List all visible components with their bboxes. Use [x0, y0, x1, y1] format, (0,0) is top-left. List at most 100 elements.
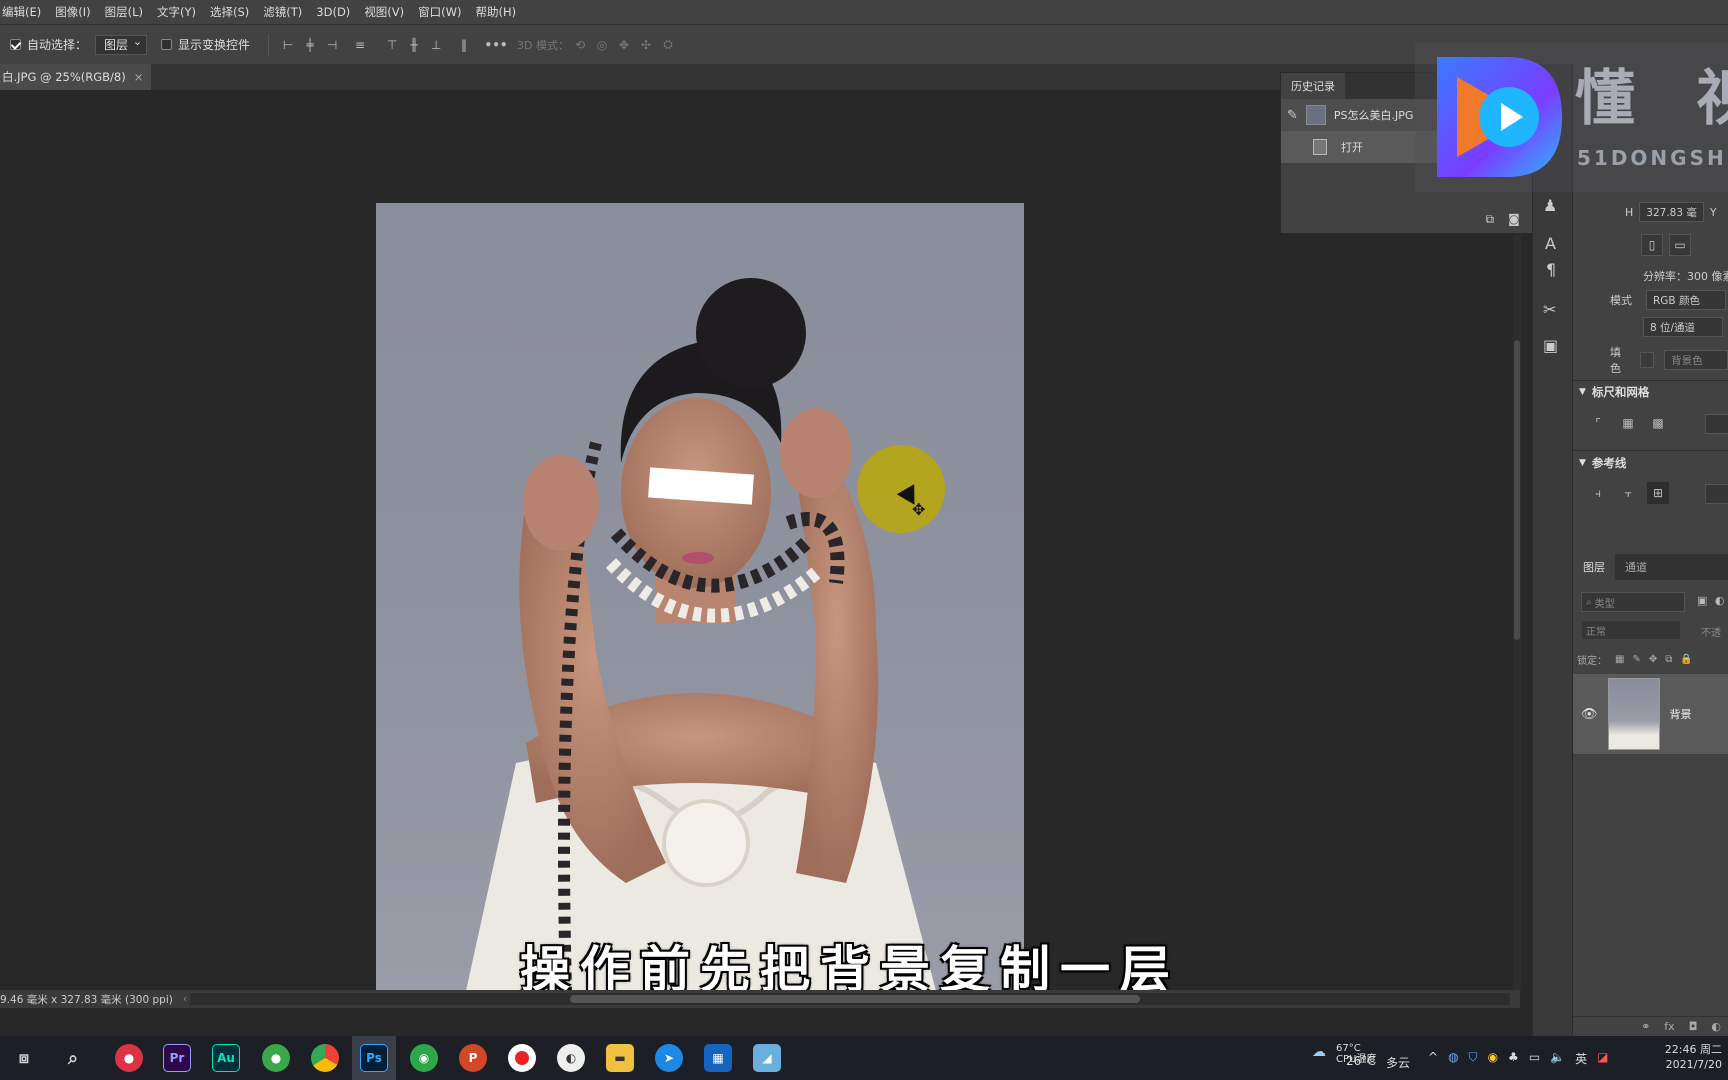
align-hcenter-icon[interactable]: ╪: [299, 34, 321, 56]
menu-type[interactable]: 文字(Y): [157, 4, 196, 20]
lock-position-icon[interactable]: ✥: [1649, 654, 1657, 665]
fill-swatch[interactable]: [1639, 352, 1655, 368]
align-bottom-icon[interactable]: ⊥: [425, 34, 447, 56]
adjustment-filter-icon[interactable]: ◐: [1715, 594, 1725, 607]
menu-filter[interactable]: 滤镜(T): [263, 4, 302, 20]
align-vcenter-icon[interactable]: ╫: [403, 34, 425, 56]
powerpoint-icon[interactable]: P: [459, 1044, 487, 1072]
pixel-grid-icon[interactable]: ▩: [1647, 412, 1669, 434]
camera-icon[interactable]: ◙: [1508, 212, 1520, 227]
tray-app3-icon[interactable]: ♣: [1508, 1050, 1519, 1067]
bird-app-icon[interactable]: ◐: [557, 1044, 585, 1072]
photoshop-icon[interactable]: Ps: [360, 1044, 388, 1072]
lock-artboard-icon[interactable]: ⧉: [1665, 654, 1672, 665]
tab-layers[interactable]: 图层: [1573, 554, 1615, 580]
tray-app4-icon[interactable]: ◪: [1597, 1050, 1608, 1067]
ruler-units-select[interactable]: [1705, 414, 1728, 434]
tab-history[interactable]: 历史记录: [1281, 73, 1345, 99]
menu-image[interactable]: 图像(I): [55, 4, 90, 20]
show-transform-checkbox[interactable]: [161, 39, 173, 50]
auto-select-dropdown[interactable]: 图层: [95, 34, 148, 55]
guide-left-icon[interactable]: ⫞: [1587, 482, 1609, 504]
menu-edit[interactable]: 编辑(E): [2, 4, 41, 20]
3d-slide-icon[interactable]: ✣: [635, 34, 657, 56]
document-tab[interactable]: 白.JPG @ 25%(RGB/8) ×: [0, 64, 152, 90]
premiere-icon[interactable]: Pr: [163, 1044, 191, 1072]
lock-transparent-icon[interactable]: ▦: [1615, 654, 1624, 665]
align-left-icon[interactable]: ⊢: [277, 34, 299, 56]
tab-channels[interactable]: 通道: [1615, 554, 1657, 580]
3d-rotate-icon[interactable]: ⟲: [569, 34, 591, 56]
menu-layer[interactable]: 图层(L): [105, 4, 143, 20]
menu-select[interactable]: 选择(S): [210, 4, 249, 20]
menu-help[interactable]: 帮助(H): [476, 4, 517, 20]
new-document-from-state-icon[interactable]: ⧉: [1486, 212, 1495, 227]
menu-view[interactable]: 视图(V): [364, 4, 404, 20]
3d-pan-icon[interactable]: ✥: [613, 34, 635, 56]
close-icon[interactable]: ×: [134, 70, 144, 84]
height-field[interactable]: 327.83 毫: [1639, 202, 1704, 222]
volume-icon[interactable]: 🔈: [1550, 1050, 1565, 1067]
note-app-icon[interactable]: ◢: [753, 1044, 781, 1072]
document-image[interactable]: [376, 203, 1024, 991]
link-icon[interactable]: ⚭: [1641, 1020, 1650, 1033]
guide-new-icon[interactable]: ⊞: [1647, 482, 1669, 504]
brush-icon[interactable]: ✎: [1287, 108, 1298, 123]
guides-section[interactable]: ▼ 参考线: [1573, 455, 1626, 471]
rulers-grid-section[interactable]: ▼ 标尺和网格: [1573, 384, 1649, 400]
character-icon[interactable]: A: [1545, 234, 1556, 253]
audition-icon[interactable]: Au: [212, 1044, 240, 1072]
align-top-icon[interactable]: ⊤: [381, 34, 403, 56]
vertical-scroll-thumb[interactable]: [1514, 340, 1520, 640]
3d-scale-icon[interactable]: ⛭: [657, 34, 679, 56]
depth-select[interactable]: 8 位/通道: [1643, 317, 1723, 337]
tray-expand-icon[interactable]: ^: [1428, 1050, 1438, 1067]
lock-all-icon[interactable]: 🔒: [1680, 654, 1692, 665]
layer-filter-field[interactable]: ⌕ 类型: [1581, 592, 1685, 612]
horizontal-scroll-thumb[interactable]: [570, 995, 1140, 1003]
adjustment-icon[interactable]: ◐: [1711, 1020, 1721, 1033]
status-arrow-icon[interactable]: ‹: [183, 993, 187, 1005]
distribute-vertical-icon[interactable]: ‖: [453, 34, 475, 56]
menu-window[interactable]: 窗口(W): [418, 4, 461, 20]
align-right-icon[interactable]: ⊣: [321, 34, 343, 56]
notes-icon[interactable]: ▣: [1543, 336, 1558, 355]
distribute-icon[interactable]: ≡: [349, 34, 371, 56]
mask-icon[interactable]: ◘: [1689, 1020, 1698, 1033]
3d-roll-icon[interactable]: ◎: [591, 34, 613, 56]
layer-row[interactable]: 👁 背景: [1573, 674, 1728, 754]
tool-presets-icon[interactable]: ✂: [1543, 300, 1556, 319]
chrome-icon[interactable]: [311, 1044, 339, 1072]
menu-3d[interactable]: 3D(D): [316, 5, 350, 19]
landscape-icon[interactable]: ▭: [1669, 234, 1691, 256]
app-bubble-icon[interactable]: ●: [115, 1044, 143, 1072]
clone-source-icon[interactable]: ♟: [1543, 196, 1557, 215]
wechat-icon[interactable]: ◉: [410, 1044, 438, 1072]
ime-indicator[interactable]: 英: [1575, 1050, 1587, 1067]
green-app-icon[interactable]: ●: [262, 1044, 290, 1072]
portrait-icon[interactable]: ▯: [1641, 234, 1663, 256]
tray-app1-icon[interactable]: ◍: [1448, 1050, 1458, 1067]
guide-color-select[interactable]: [1705, 484, 1728, 504]
search-icon[interactable]: ⌕: [59, 1044, 87, 1072]
guide-center-icon[interactable]: ⫟: [1617, 482, 1639, 504]
lock-pixels-icon[interactable]: ✎: [1632, 654, 1640, 665]
clock[interactable]: 22:46 周二 2021/7/20: [1652, 1042, 1722, 1072]
blend-mode-select[interactable]: 正常: [1581, 620, 1681, 640]
fx-icon[interactable]: fx: [1664, 1020, 1674, 1033]
record-icon[interactable]: [508, 1044, 536, 1072]
eye-icon[interactable]: 👁: [1581, 707, 1598, 722]
paragraph-icon[interactable]: ¶: [1546, 260, 1556, 279]
image-filter-icon[interactable]: ▣: [1697, 594, 1707, 607]
more-options-icon[interactable]: •••: [485, 34, 508, 56]
auto-select-checkbox[interactable]: [10, 39, 21, 50]
grid-app-icon[interactable]: ▦: [704, 1044, 732, 1072]
folder-icon[interactable]: ▬: [606, 1044, 634, 1072]
mode-select[interactable]: RGB 颜色: [1646, 290, 1726, 310]
shield-icon[interactable]: ⛉: [1469, 1050, 1478, 1067]
fill-select[interactable]: 背景色: [1664, 350, 1728, 370]
tray-app2-icon[interactable]: ◉: [1488, 1050, 1498, 1067]
task-view-icon[interactable]: ⧈: [10, 1044, 38, 1072]
network-icon[interactable]: ▭: [1529, 1050, 1540, 1067]
feishu-icon[interactable]: ➤: [655, 1044, 683, 1072]
